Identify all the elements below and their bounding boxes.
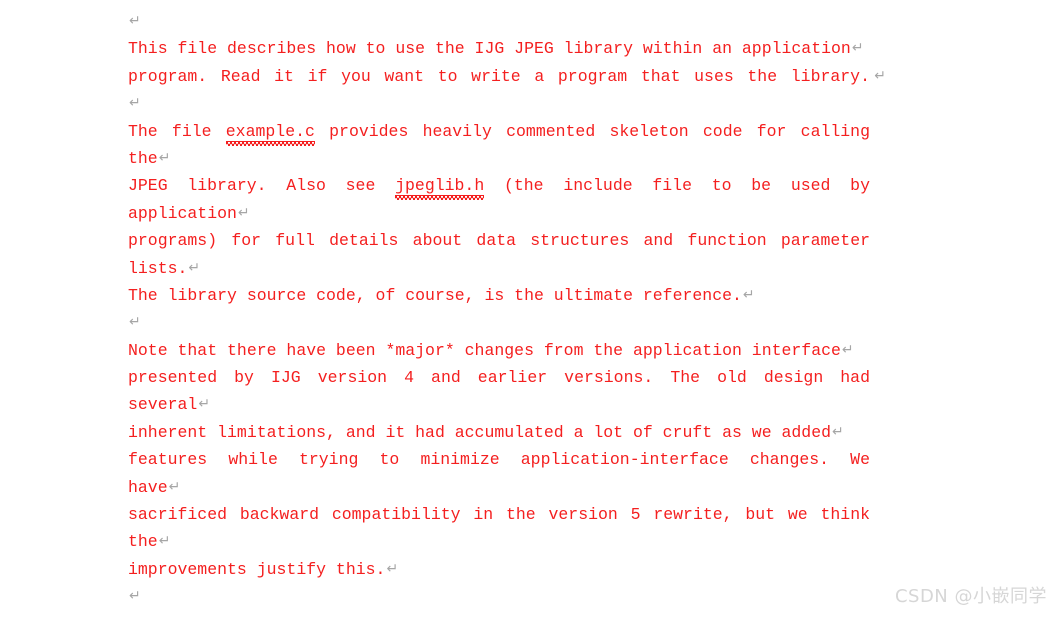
text-line[interactable]: JPEG library. Also see jpeglib.h (the in… xyxy=(128,172,870,199)
line-text: presented by IJG version 4 and earlier v… xyxy=(128,368,870,388)
line-text: application xyxy=(128,203,237,223)
line-text-segment: (the include file to be used by xyxy=(484,176,870,196)
empty-paragraph-line[interactable]: ↵ xyxy=(128,583,870,610)
line-text: program. Read it if you want to write a … xyxy=(128,66,870,86)
carriage-return-mark: ↵ xyxy=(158,149,171,166)
text-line[interactable]: program. Read it if you want to write a … xyxy=(128,63,886,90)
text-line[interactable]: inherent limitations, and it had accumul… xyxy=(128,419,870,446)
empty-paragraph-line[interactable]: ↵ xyxy=(128,8,870,35)
text-line[interactable]: application↵ xyxy=(128,200,870,227)
text-line[interactable]: presented by IJG version 4 and earlier v… xyxy=(128,364,870,391)
carriage-return-mark: ↵ xyxy=(129,588,141,605)
carriage-return-mark: ↵ xyxy=(386,560,399,577)
carriage-return-mark: ↵ xyxy=(742,286,755,303)
line-text: the xyxy=(128,532,158,552)
text-line[interactable]: The library source code, of course, is t… xyxy=(128,282,870,309)
line-text: The library source code, of course, is t… xyxy=(128,285,742,305)
spellcheck-flagged-word[interactable]: example.c xyxy=(225,121,315,142)
line-text: features while trying to minimize applic… xyxy=(128,450,870,470)
line-text: several xyxy=(128,395,198,415)
text-line[interactable]: features while trying to minimize applic… xyxy=(128,446,870,473)
line-text-segment: The file xyxy=(128,121,226,141)
line-text: programs) for full details about data st… xyxy=(128,231,870,251)
carriage-return-mark: ↵ xyxy=(841,341,854,358)
line-text: lists. xyxy=(128,258,188,278)
text-line[interactable]: have↵ xyxy=(128,474,870,501)
csdn-watermark: CSDN @小嵌同学 xyxy=(894,586,1047,607)
carriage-return-mark: ↵ xyxy=(188,259,201,276)
carriage-return-mark: ↵ xyxy=(874,67,886,84)
empty-paragraph-line[interactable]: ↵ xyxy=(128,309,870,336)
line-text-segment: JPEG library. Also see xyxy=(128,176,396,196)
carriage-return-mark: ↵ xyxy=(198,396,211,413)
text-line[interactable]: programs) for full details about data st… xyxy=(128,227,870,254)
line-text: have xyxy=(128,477,168,497)
document-text-body[interactable]: ↵ This file describes how to use the IJG … xyxy=(128,8,886,611)
text-line[interactable]: the↵ xyxy=(128,528,870,555)
carriage-return-mark: ↵ xyxy=(832,423,844,440)
text-line[interactable]: lists.↵ xyxy=(128,255,870,282)
empty-paragraph-line[interactable]: ↵ xyxy=(128,90,870,117)
line-text: improvements justify this. xyxy=(128,559,386,579)
spellcheck-flagged-word[interactable]: jpeglib.h xyxy=(395,176,485,197)
line-text: the xyxy=(128,148,158,168)
line-text: This file describes how to use the IJG J… xyxy=(128,39,851,59)
text-line[interactable]: This file describes how to use the IJG J… xyxy=(128,35,870,62)
line-text-segment: provides heavily commented skeleton code… xyxy=(314,121,870,141)
text-line[interactable]: The file example.c provides heavily comm… xyxy=(128,118,870,145)
carriage-return-mark: ↵ xyxy=(168,478,181,495)
text-line[interactable]: several↵ xyxy=(128,391,870,418)
carriage-return-mark: ↵ xyxy=(129,95,141,112)
carriage-return-mark: ↵ xyxy=(158,533,171,550)
text-line[interactable]: the↵ xyxy=(128,145,870,172)
line-text: Note that there have been *major* change… xyxy=(128,340,841,360)
clipped-partial-line: . xyxy=(128,608,870,617)
text-line[interactable]: Note that there have been *major* change… xyxy=(128,337,870,364)
line-text: inherent limitations, and it had accumul… xyxy=(128,422,832,442)
text-line[interactable]: improvements justify this.↵ xyxy=(128,556,870,583)
text-line[interactable]: sacrificed backward compatibility in the… xyxy=(128,501,870,528)
line-text: sacrificed backward compatibility in the… xyxy=(128,505,870,525)
carriage-return-mark: ↵ xyxy=(129,13,141,29)
document-page[interactable]: ↵ This file describes how to use the IJG … xyxy=(0,0,1061,617)
carriage-return-mark: ↵ xyxy=(237,204,250,221)
carriage-return-mark: ↵ xyxy=(851,40,864,57)
carriage-return-mark: ↵ xyxy=(129,314,141,331)
